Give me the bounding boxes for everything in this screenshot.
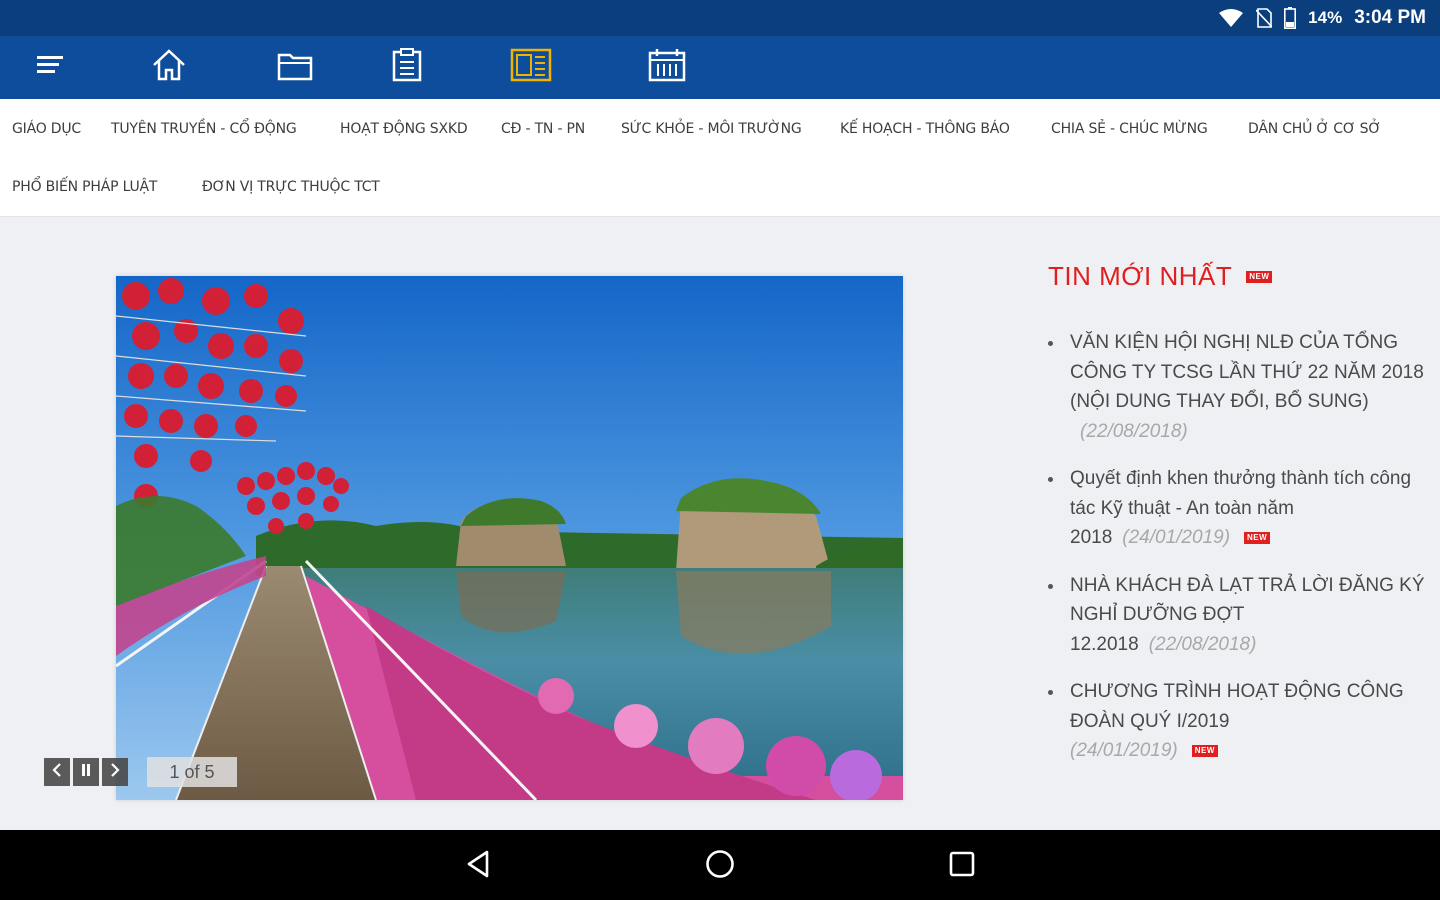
main-content: 1 of 5 TIN MỚI NHẤT NEW VĂN KIỆN HỘI NGH… [0,217,1440,830]
slideshow-controls [44,758,128,786]
calendar-button[interactable] [632,36,702,99]
category-item[interactable]: CĐ - TN - PN [501,121,585,137]
category-item[interactable]: ĐƠN VỊ TRỰC THUỘC TCT [202,179,380,195]
category-item[interactable]: PHỔ BIẾN PHÁP LUẬT [12,179,157,195]
news-list: VĂN KIỆN HỘI NGHỊ NLĐ CỦA TỔNG CÔNG TY T… [1048,328,1428,766]
clock: 3:04 PM [1354,7,1426,28]
slide-counter: 1 of 5 [147,757,237,787]
battery-percent: 14% [1308,8,1343,27]
latest-news-title: TIN MỚI NHẤT [1048,261,1233,291]
news-item[interactable]: CHƯƠNG TRÌNH HOẠT ĐỘNG CÔNG ĐOÀN QUÝ I/2… [1048,677,1428,766]
no-sim-icon [1256,8,1273,28]
image-slideshow[interactable] [116,276,903,800]
newspaper-icon [510,48,552,87]
slideshow-next-button[interactable] [102,758,128,786]
chevron-right-icon [110,762,120,782]
toolbar [0,36,1440,99]
news-item-title[interactable]: CHƯƠNG TRÌNH HOẠT ĐỘNG CÔNG ĐOÀN QUÝ I/2… [1070,681,1404,732]
category-item[interactable]: GIÁO DỤC [12,121,81,137]
latest-news-heading: TIN MỚI NHẤT NEW [1048,261,1428,292]
nav-home-button[interactable] [698,844,742,888]
category-item[interactable]: TUYÊN TRUYỀN - CỔ ĐỘNG [111,121,297,137]
news-item-title[interactable]: VĂN KIỆN HỘI NGHỊ NLĐ CỦA TỔNG CÔNG TY T… [1070,332,1424,412]
clipboard-icon [391,48,423,87]
news-item-date: (24/01/2019) [1122,527,1231,548]
folder-button[interactable] [260,36,330,99]
recents-icon [949,851,975,882]
home-circle-icon [705,849,735,884]
chevron-left-icon [52,762,62,782]
new-badge: NEW [1244,531,1271,544]
category-menu: GIÁO DỤC TUYÊN TRUYỀN - CỔ ĐỘNG HOẠT ĐỘN… [0,99,1440,217]
back-icon [465,850,491,883]
home-button[interactable] [134,36,204,99]
category-item[interactable]: HOẠT ĐỘNG SXKD [340,121,468,137]
category-item[interactable]: DÂN CHỦ Ở CƠ SỞ [1248,121,1381,137]
nav-back-button[interactable] [456,844,500,888]
category-item[interactable]: SỨC KHỎE - MÔI TRƯỜNG [621,121,802,137]
slideshow-prev-button[interactable] [44,758,70,786]
nav-recents-button[interactable] [940,844,984,888]
slide-image [116,276,903,800]
new-badge: NEW [1191,744,1218,757]
news-button[interactable] [496,36,566,99]
clipboard-button[interactable] [372,36,442,99]
news-item[interactable]: Quyết định khen thưởng thành tích công t… [1048,464,1428,553]
calendar-icon [648,48,686,87]
category-item[interactable]: KẾ HOẠCH - THÔNG BÁO [840,121,1010,137]
menu-icon [37,54,65,81]
news-item[interactable]: VĂN KIỆN HỘI NGHỊ NLĐ CỦA TỔNG CÔNG TY T… [1048,328,1428,446]
news-item-date: (22/08/2018) [1148,633,1257,655]
latest-news-panel: TIN MỚI NHẤT NEW VĂN KIỆN HỘI NGHỊ NLĐ C… [1048,261,1428,784]
category-item[interactable]: CHIA SẺ - CHÚC MỪNG [1051,121,1208,137]
android-nav-bar [0,830,1440,900]
news-item-date: (24/01/2019) [1070,740,1178,761]
new-badge: NEW [1246,270,1273,283]
home-icon [151,48,187,87]
news-item-date: (22/08/2018) [1080,420,1188,442]
status-bar: 14% 3:04 PM [0,0,1440,36]
wifi-icon [1218,8,1244,28]
slideshow-pause-button[interactable] [73,758,99,786]
pause-icon [81,763,91,782]
news-item[interactable]: NHÀ KHÁCH ĐÀ LẠT TRẢ LỜI ĐĂNG KÝ NGHỈ DƯ… [1048,571,1428,660]
battery-icon [1284,7,1297,29]
folder-icon [277,49,313,86]
menu-button[interactable] [16,36,86,99]
